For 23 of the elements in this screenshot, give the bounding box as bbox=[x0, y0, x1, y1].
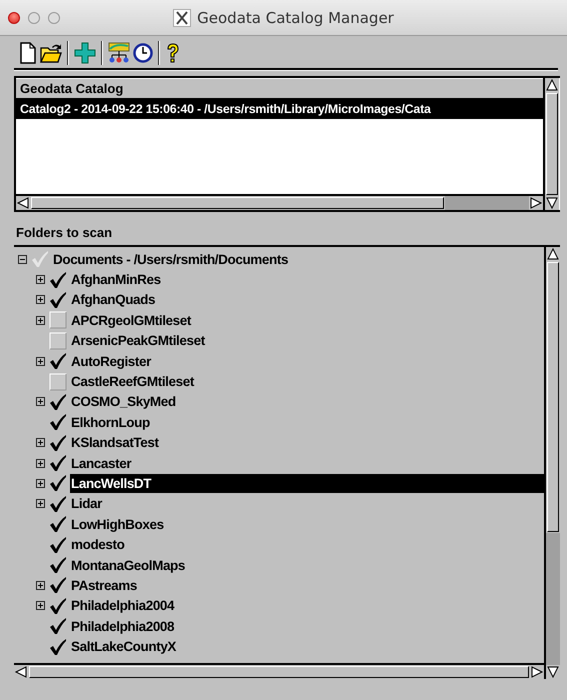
vertical-scrollbar[interactable] bbox=[544, 247, 560, 679]
horizontal-scrollbar[interactable] bbox=[14, 663, 544, 679]
scrollbar-thumb[interactable] bbox=[547, 262, 559, 532]
window-title: Geodata Catalog Manager bbox=[197, 8, 394, 26]
catalog-row[interactable]: Catalog2 - 2014-09-22 15:06:40 - /Users/rsmith/Library/MicroImages/Cata bbox=[16, 99, 543, 119]
column-header[interactable]: Geodata Catalog bbox=[16, 78, 543, 99]
help-icon[interactable] bbox=[165, 42, 181, 64]
new-document-icon[interactable] bbox=[19, 42, 37, 64]
scrollbar-thumb[interactable] bbox=[29, 666, 529, 678]
scroll-left-icon[interactable] bbox=[14, 665, 28, 679]
app-icon bbox=[173, 8, 192, 26]
open-folder-icon[interactable] bbox=[40, 42, 62, 64]
horizontal-scrollbar[interactable] bbox=[16, 194, 543, 210]
scrollbar-thumb[interactable] bbox=[31, 197, 444, 209]
clock-icon[interactable] bbox=[133, 43, 153, 63]
scrollbar-thumb[interactable] bbox=[546, 93, 558, 195]
close-button[interactable] bbox=[8, 12, 20, 24]
scroll-right-icon[interactable] bbox=[529, 196, 543, 210]
scroll-right-icon[interactable] bbox=[530, 665, 544, 679]
section-label: Folders to scan bbox=[15, 224, 112, 242]
plus-icon[interactable] bbox=[74, 42, 96, 64]
scroll-left-icon[interactable] bbox=[16, 196, 30, 210]
network-icon[interactable] bbox=[108, 42, 130, 64]
